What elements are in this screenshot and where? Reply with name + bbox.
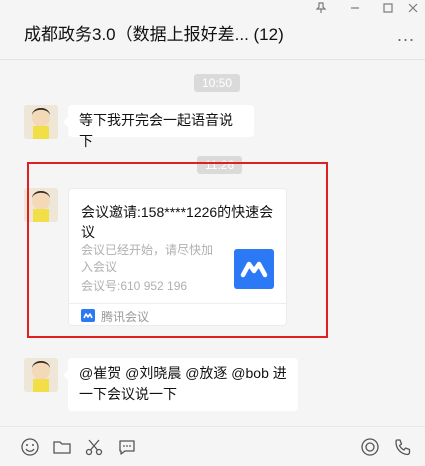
avatar[interactable] — [24, 105, 58, 139]
maximize-icon[interactable] — [380, 2, 396, 16]
record-icon[interactable] — [360, 437, 380, 457]
title-bar: 成都政务3.0（数据上报好差... (12) ... — [0, 0, 425, 60]
timestamp: 10:50 — [194, 74, 241, 92]
message-bubble[interactable]: 等下我开完会一起语音说下 — [63, 105, 254, 149]
emoji-icon[interactable] — [20, 437, 40, 457]
pin-icon[interactable] — [313, 2, 329, 16]
chat-bubble-icon[interactable] — [117, 437, 137, 457]
minimize-icon[interactable] — [347, 2, 363, 16]
scissors-icon[interactable] — [84, 437, 104, 457]
folder-icon[interactable] — [52, 437, 72, 457]
highlight-box — [27, 162, 328, 338]
chat-title: 成都政务3.0（数据上报好差... (12) — [24, 25, 284, 44]
phone-icon[interactable] — [393, 437, 413, 457]
avatar[interactable] — [24, 358, 58, 392]
close-icon[interactable] — [405, 2, 421, 16]
message-text: @崔贺 @刘晓晨 @放逐 @bob 进一下会议说一下 — [79, 365, 287, 402]
message-bubble[interactable]: @崔贺 @刘晓晨 @放逐 @bob 进一下会议说一下 — [63, 358, 298, 411]
more-button[interactable]: ... — [397, 26, 415, 44]
message-text: 等下我开完会一起语音说下 — [79, 112, 233, 149]
input-toolbar — [0, 426, 425, 466]
